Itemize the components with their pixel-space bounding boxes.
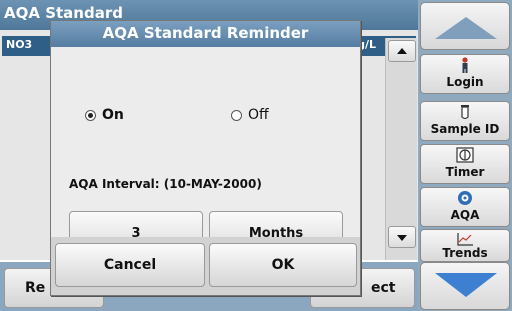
- nav-up-button[interactable]: [420, 2, 510, 50]
- aqa-icon: [421, 190, 509, 208]
- radio-checked-icon: [85, 109, 96, 121]
- triangle-up-icon: [435, 17, 497, 39]
- sidebar-login-button[interactable]: Login: [420, 54, 510, 94]
- sidebar-trends-button[interactable]: Trends: [420, 229, 510, 262]
- arrow-up-icon: [397, 48, 407, 54]
- radio-on[interactable]: On: [85, 107, 124, 123]
- background-footer-right-label: ect: [371, 280, 396, 296]
- dialog-title: AQA Standard Reminder: [51, 21, 360, 47]
- radio-unchecked-icon: [231, 109, 242, 121]
- aqa-reminder-dialog: AQA Standard Reminder On Off AQA Interva…: [50, 20, 361, 296]
- chart-icon: [421, 232, 509, 246]
- interval-label: AQA Interval: (10-MAY-2000): [69, 177, 262, 191]
- column-parameter: NO3: [6, 38, 33, 51]
- radio-on-label: On: [102, 107, 124, 123]
- nav-down-button[interactable]: [420, 262, 510, 310]
- scroll-down-button[interactable]: [388, 226, 416, 248]
- sidebar-timer-button[interactable]: Timer: [420, 144, 510, 184]
- arrow-down-icon: [397, 235, 407, 241]
- scroll-up-button[interactable]: [388, 40, 416, 62]
- sidebar-aqa-button[interactable]: AQA: [420, 187, 510, 227]
- timer-icon: [421, 147, 509, 165]
- sidebar-sample-id-button[interactable]: Sample ID: [420, 101, 510, 141]
- sidebar-sample-id-label: Sample ID: [430, 122, 500, 136]
- radio-off[interactable]: Off: [231, 107, 269, 123]
- dialog-footer: Cancel OK: [51, 237, 360, 295]
- dialog-body: On Off AQA Interval: (10-MAY-2000) 3 Mon…: [51, 47, 360, 255]
- person-icon: [421, 57, 509, 75]
- sidebar-aqa-label: AQA: [450, 208, 480, 222]
- background-footer-left-label: Re: [25, 280, 46, 296]
- sidebar-login-label: Login: [446, 75, 484, 89]
- ok-button[interactable]: OK: [209, 243, 357, 287]
- sidebar-trends-label: Trends: [442, 246, 488, 260]
- sidebar-timer-label: Timer: [445, 165, 485, 179]
- vial-icon: [421, 104, 509, 122]
- cancel-button[interactable]: Cancel: [55, 243, 205, 287]
- radio-off-label: Off: [248, 107, 269, 123]
- triangle-down-icon: [435, 273, 497, 297]
